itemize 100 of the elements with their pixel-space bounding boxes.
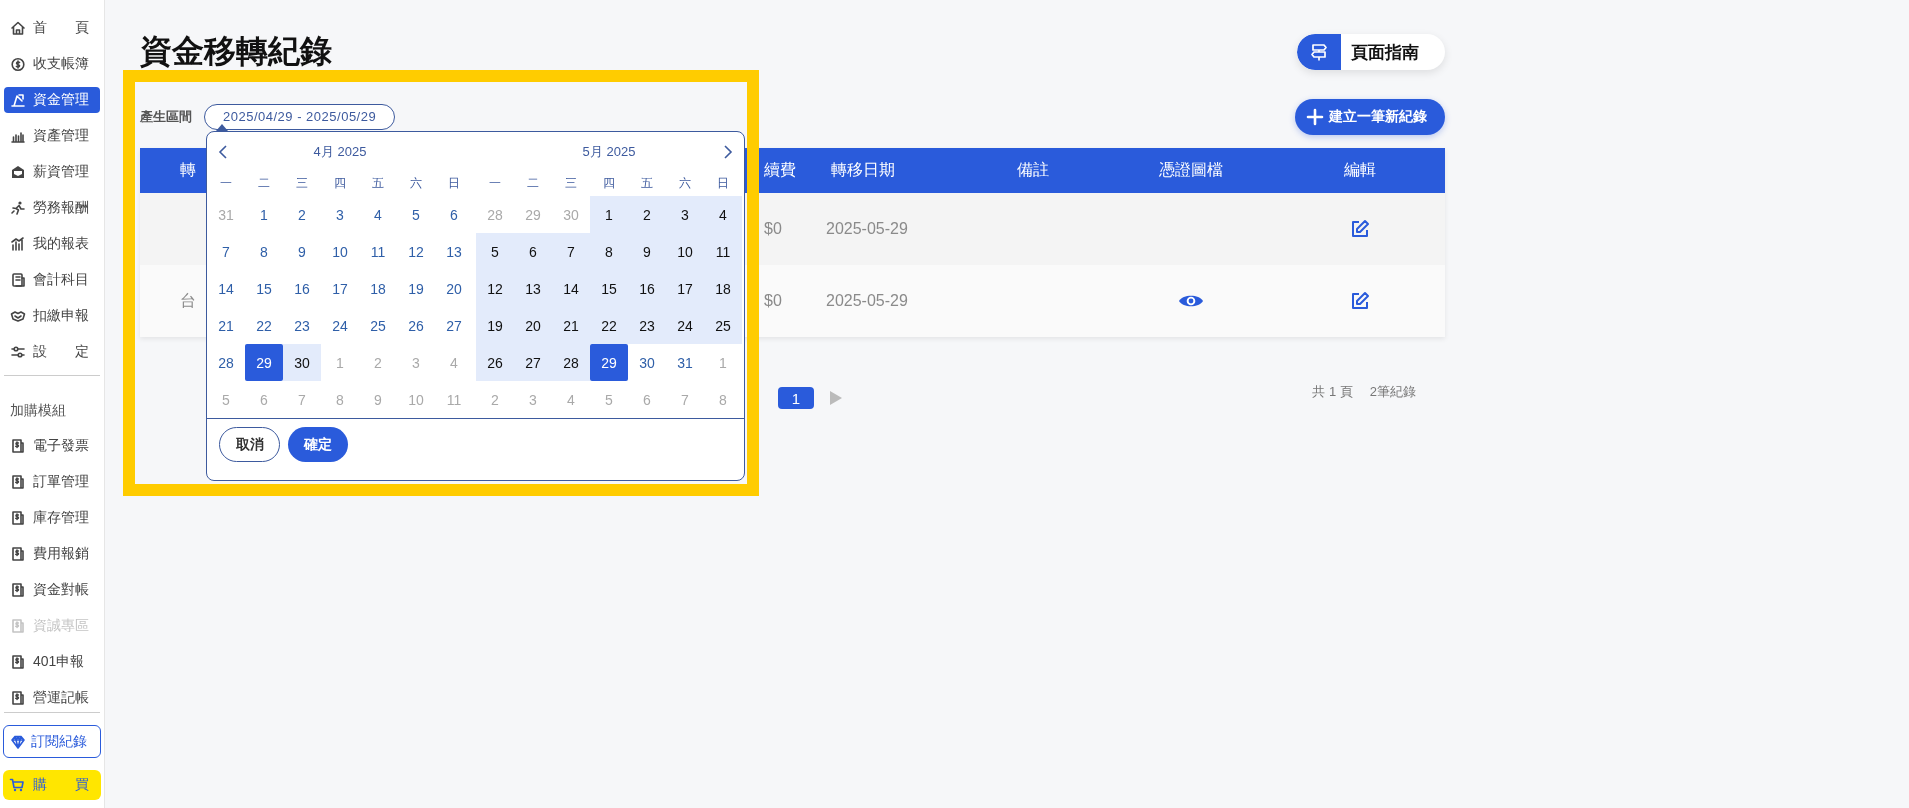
calendar-day[interactable]: 3 xyxy=(321,196,359,233)
calendar-day[interactable]: 16 xyxy=(628,270,666,307)
confirm-button[interactable]: 確定 xyxy=(288,427,348,462)
calendar-day[interactable]: 24 xyxy=(321,307,359,344)
calendar-day[interactable]: 11 xyxy=(359,233,397,270)
calendar-day[interactable]: 7 xyxy=(552,233,590,270)
sidebar-item[interactable]: 收支帳簿 xyxy=(4,51,100,77)
calendar-day[interactable]: 10 xyxy=(666,233,704,270)
calendar-day[interactable]: 22 xyxy=(590,307,628,344)
calendar-day[interactable]: 29 xyxy=(590,344,628,381)
sidebar-item[interactable]: 訂單管理 xyxy=(4,469,100,495)
sidebar-item[interactable]: 營運記帳 xyxy=(4,685,100,711)
calendar-day[interactable]: 10 xyxy=(321,233,359,270)
calendar-day[interactable]: 2 xyxy=(283,196,321,233)
calendar-day[interactable]: 14 xyxy=(552,270,590,307)
sidebar-item[interactable]: 庫存管理 xyxy=(4,505,100,531)
calendar-day[interactable]: 21 xyxy=(207,307,245,344)
signpost-icon xyxy=(1309,42,1329,62)
calendar-day[interactable]: 13 xyxy=(435,233,473,270)
guide-button[interactable]: 頁面指南 xyxy=(1297,34,1445,70)
calendar-day[interactable]: 24 xyxy=(666,307,704,344)
calendar-day[interactable]: 7 xyxy=(207,233,245,270)
receipt-icon xyxy=(10,582,26,598)
calendar-day[interactable]: 4 xyxy=(359,196,397,233)
calendar-day[interactable]: 3 xyxy=(666,196,704,233)
calendar-day[interactable]: 23 xyxy=(283,307,321,344)
calendar-day[interactable]: 16 xyxy=(283,270,321,307)
calendar-day[interactable]: 13 xyxy=(514,270,552,307)
sidebar-item[interactable]: 設定 xyxy=(4,339,100,365)
calendar-day[interactable]: 8 xyxy=(245,233,283,270)
month-title: 4月 2025 xyxy=(313,142,367,161)
weekday-label: 一 xyxy=(488,175,502,192)
calendar-day[interactable]: 30 xyxy=(283,344,321,381)
calendar-day[interactable]: 31 xyxy=(666,344,704,381)
calendar-day[interactable]: 28 xyxy=(552,344,590,381)
calendar-day[interactable]: 5 xyxy=(397,196,435,233)
date-range-field[interactable]: 2025/04/29 - 2025/05/29 xyxy=(204,104,396,130)
envelope-icon xyxy=(10,164,26,180)
calendar-day[interactable]: 15 xyxy=(590,270,628,307)
cancel-button[interactable]: 取消 xyxy=(219,427,280,462)
sidebar-item[interactable]: 會計科目 xyxy=(4,267,100,293)
calendar-day[interactable]: 19 xyxy=(397,270,435,307)
sidebar-item[interactable]: 資金管理 xyxy=(4,87,100,113)
calendar-day[interactable]: 25 xyxy=(359,307,397,344)
calendar-day[interactable]: 25 xyxy=(704,307,742,344)
calendar-day[interactable]: 17 xyxy=(666,270,704,307)
column-header: 憑證圖檔 xyxy=(1158,160,1224,180)
subscription-button[interactable]: 訂閱紀錄 xyxy=(3,725,101,758)
calendar-day[interactable]: 23 xyxy=(628,307,666,344)
calendar-day[interactable]: 30 xyxy=(628,344,666,381)
calendar-day[interactable]: 27 xyxy=(435,307,473,344)
chart-icon xyxy=(10,236,26,252)
calendar-day[interactable]: 4 xyxy=(704,196,742,233)
sidebar-item[interactable]: 電子發票 xyxy=(4,433,100,459)
page-button[interactable]: 1 xyxy=(778,387,814,409)
calendar-day[interactable]: 9 xyxy=(283,233,321,270)
calendar-day[interactable]: 17 xyxy=(321,270,359,307)
calendar-day[interactable]: 5 xyxy=(476,233,514,270)
calendar-day[interactable]: 19 xyxy=(476,307,514,344)
calendar-day[interactable]: 20 xyxy=(435,270,473,307)
calendar-day[interactable]: 22 xyxy=(245,307,283,344)
page-title: 資金移轉紀錄 xyxy=(140,32,332,71)
calendar-day[interactable]: 15 xyxy=(245,270,283,307)
calendar-day[interactable]: 18 xyxy=(704,270,742,307)
calendar-day[interactable]: 21 xyxy=(552,307,590,344)
calendar-day[interactable]: 27 xyxy=(514,344,552,381)
calendar-day[interactable]: 2 xyxy=(628,196,666,233)
calendar-day[interactable]: 9 xyxy=(628,233,666,270)
calendar-day[interactable]: 20 xyxy=(514,307,552,344)
calendar-day[interactable]: 8 xyxy=(590,233,628,270)
weekday-label: 日 xyxy=(716,175,730,192)
calendar-day[interactable]: 1 xyxy=(590,196,628,233)
sidebar-item[interactable]: 費用報銷 xyxy=(4,541,100,567)
sidebar-item[interactable]: 首頁 xyxy=(4,15,100,41)
calendar-day[interactable]: 29 xyxy=(245,344,283,381)
calendar-day[interactable]: 26 xyxy=(397,307,435,344)
calendar-day[interactable]: 26 xyxy=(476,344,514,381)
calendar-day[interactable]: 6 xyxy=(435,196,473,233)
buy-button[interactable]: 購買 xyxy=(3,770,101,800)
calendar-day[interactable]: 11 xyxy=(704,233,742,270)
calendar-day[interactable]: 14 xyxy=(207,270,245,307)
new-record-button[interactable]: 建立一筆新紀錄 xyxy=(1295,99,1445,135)
calendar-day[interactable]: 1 xyxy=(245,196,283,233)
sidebar-item[interactable]: 扣繳申報 xyxy=(4,303,100,329)
table-cell-text: 台 xyxy=(179,290,197,311)
calendar-day[interactable]: 12 xyxy=(476,270,514,307)
calendar-day[interactable]: 28 xyxy=(207,344,245,381)
sidebar-item[interactable]: 薪資管理 xyxy=(4,159,100,185)
calendar-day[interactable]: 18 xyxy=(359,270,397,307)
weekday-label: 三 xyxy=(295,175,309,192)
chevron-right-icon xyxy=(722,144,734,160)
edit-icon xyxy=(1349,291,1370,311)
sidebar-item[interactable]: 資產管理 xyxy=(4,123,100,149)
calendar-day[interactable]: 6 xyxy=(514,233,552,270)
calendar-day[interactable]: 12 xyxy=(397,233,435,270)
sidebar-item[interactable]: 資金對帳 xyxy=(4,577,100,603)
receipt-icon xyxy=(10,690,26,706)
sidebar-item[interactable]: 我的報表 xyxy=(4,231,100,257)
sidebar-item[interactable]: 勞務報酬 xyxy=(4,195,100,221)
sidebar-item[interactable]: 401申報 xyxy=(4,649,100,675)
